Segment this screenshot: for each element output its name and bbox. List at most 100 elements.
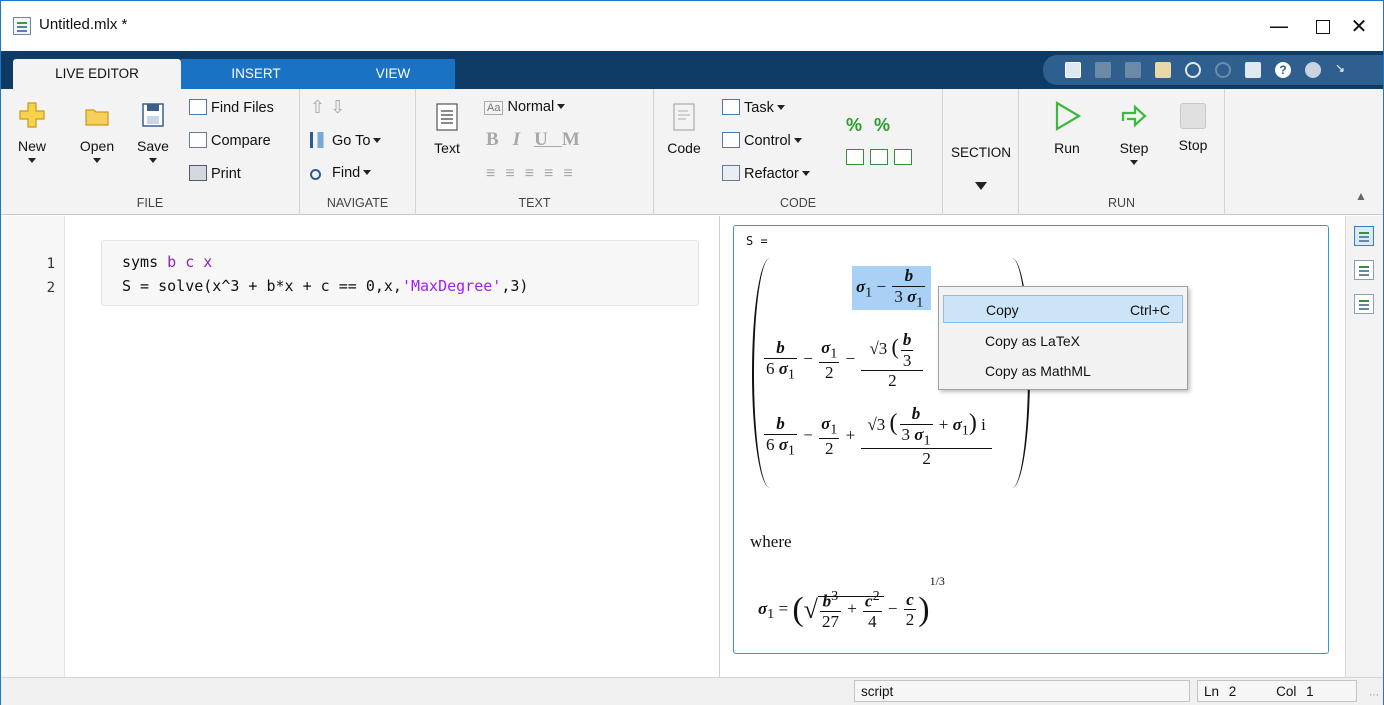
tab-live-editor[interactable]: LIVE EDITOR (13, 59, 181, 89)
print-button[interactable]: Print (189, 165, 241, 182)
underline-button[interactable]: U (534, 129, 562, 150)
find-button[interactable]: Find (310, 165, 372, 184)
minimize-button[interactable]: — (1257, 9, 1301, 43)
italic-button[interactable]: I (513, 129, 534, 150)
text-format-buttons[interactable]: BIUM (486, 129, 594, 151)
text-style-dropdown[interactable]: Aa Normal (484, 99, 566, 115)
group-label-text: TEXT (518, 196, 551, 210)
expand-toolstrip-icon[interactable]: ↘ (1335, 61, 1345, 75)
comment-percent-icon: % (846, 115, 863, 135)
close-button[interactable]: ✕ (1337, 9, 1381, 43)
code-keyword: syms (122, 253, 159, 271)
save-button[interactable]: Save (133, 101, 173, 163)
chevron-down-icon (363, 170, 372, 175)
column-label: Col (1276, 684, 1297, 699)
numbered-list-icon[interactable]: ≡ (505, 165, 524, 182)
align-left-icon[interactable]: ≡ (525, 165, 544, 182)
printer-icon (189, 165, 207, 181)
code-symbols: b c x (158, 253, 213, 271)
menu-item-copy-as-latex[interactable]: Copy as LaTeX (943, 327, 1183, 355)
bold-button[interactable]: B (486, 129, 513, 150)
matrix-entry-1-selected[interactable]: σ1 − b3 σ1 (852, 266, 932, 311)
control-button[interactable]: Control (722, 132, 802, 149)
monospace-button[interactable]: M (562, 129, 594, 150)
ribbon: New Open Save Find Files Compare Print F… (1, 89, 1383, 215)
compare-label: Compare (211, 133, 271, 149)
chevron-down-icon (93, 158, 101, 163)
paste-icon[interactable] (1155, 62, 1171, 78)
menu-item-label: Copy as MathML (985, 363, 1091, 379)
matrix-entry-3[interactable]: b6 σ1 − σ1 2 + √3 (b 3 σ1 + σ1) i2 (762, 404, 994, 469)
new-button[interactable]: New (13, 101, 51, 163)
run-button[interactable]: Run (1047, 101, 1087, 156)
stop-label: Stop (1178, 137, 1208, 153)
line-number-gutter: 1 2 (1, 216, 65, 677)
line-number: 1 (46, 256, 55, 272)
refactor-button[interactable]: Refactor (722, 165, 810, 182)
find-files-icon (189, 99, 207, 115)
sqrt3: √3 (867, 415, 886, 435)
uncomment-button[interactable]: % (874, 115, 890, 136)
refactor-icon (722, 165, 740, 181)
code-line-1[interactable]: syms b c x (122, 253, 212, 271)
section-up-down-buttons[interactable]: ⇧ ⇩ (310, 97, 345, 118)
find-files-button[interactable]: Find Files (189, 99, 274, 116)
tab-view[interactable]: VIEW (331, 59, 455, 89)
quick-access-toolbar: ? ↘ (1043, 55, 1383, 85)
stop-button[interactable]: Stop (1173, 101, 1213, 153)
increase-indent-icon[interactable] (894, 149, 912, 165)
cut-icon[interactable] (1095, 62, 1111, 78)
code-editor[interactable]: 1 2 syms b c x S = solve(x^3 + b*x + c =… (1, 216, 719, 677)
help-icon[interactable]: ? (1275, 62, 1291, 78)
menu-item-copy[interactable]: Copy Ctrl+C (943, 295, 1183, 323)
align-center-icon[interactable]: ≡ (544, 165, 563, 182)
list-align-buttons[interactable]: ≡≡≡≡≡ (486, 165, 583, 183)
undo-icon[interactable] (1185, 62, 1201, 78)
group-label-navigate: NAVIGATE (326, 196, 389, 210)
resize-grip-icon[interactable]: ⋯ (1369, 690, 1379, 701)
group-label-run: RUN (1107, 196, 1136, 210)
indent-buttons[interactable] (846, 149, 916, 166)
decrease-indent-icon[interactable] (870, 149, 888, 165)
open-button[interactable]: Open (73, 101, 121, 163)
status-bar: script Ln 2 Col 1 ⋯ (1, 677, 1383, 705)
sigma-definition[interactable]: σ1 = (√ b3 27 + c2 4 − c 2)1/3 (758, 574, 945, 632)
sigma-symbol: σ (856, 277, 866, 297)
align-right-icon[interactable]: ≡ (563, 165, 582, 182)
copy-icon[interactable] (1125, 62, 1141, 78)
task-button[interactable]: Task (722, 99, 785, 116)
editor-output-divider[interactable] (719, 216, 720, 677)
matrix-entry-2[interactable]: b6 σ1 − σ1 2 − √3 (b 3 2 (762, 330, 925, 391)
collapse-ribbon-icon[interactable]: ▲ (1355, 189, 1367, 203)
step-button[interactable]: Step (1113, 101, 1155, 165)
menu-item-copy-as-mathml[interactable]: Copy as MathML (943, 357, 1183, 385)
magnifier-icon (310, 168, 328, 184)
comment-button[interactable]: % (846, 115, 862, 136)
redo-icon[interactable] (1215, 62, 1231, 78)
go-to-button[interactable]: Go To (310, 132, 382, 149)
output-inline-icon[interactable] (1354, 260, 1374, 280)
section-button[interactable]: SECTION (947, 145, 1015, 190)
chevron-down-icon (373, 138, 382, 143)
insert-text-button[interactable]: Text (430, 103, 464, 156)
wrap-comments-icon[interactable] (846, 149, 864, 165)
hide-code-icon[interactable] (1354, 294, 1374, 314)
code-block[interactable]: syms b c x S = solve(x^3 + b*x + c == 0,… (101, 240, 699, 306)
bullet-list-icon[interactable]: ≡ (486, 165, 505, 182)
code-text: ,3) (501, 277, 529, 295)
code-line-2[interactable]: S = solve(x^3 + b*x + c == 0,x,'MaxDegre… (122, 277, 528, 295)
task-icon (722, 99, 740, 115)
insert-code-button[interactable]: Code (664, 103, 704, 156)
run-label: Run (1054, 140, 1080, 156)
print-label: Print (211, 166, 241, 182)
tab-insert[interactable]: INSERT (181, 59, 331, 89)
compare-button[interactable]: Compare (189, 132, 271, 149)
options-dropdown-icon[interactable] (1305, 62, 1321, 78)
subscript: 1 (916, 293, 924, 310)
subscript: 1 (830, 421, 838, 438)
step-label: Step (1119, 140, 1149, 156)
save-icon[interactable] (1065, 62, 1081, 78)
switch-windows-icon[interactable] (1245, 62, 1261, 78)
output-on-right-icon[interactable] (1354, 226, 1374, 246)
group-code: Code Task Control Refactor % % CODE (654, 89, 943, 215)
